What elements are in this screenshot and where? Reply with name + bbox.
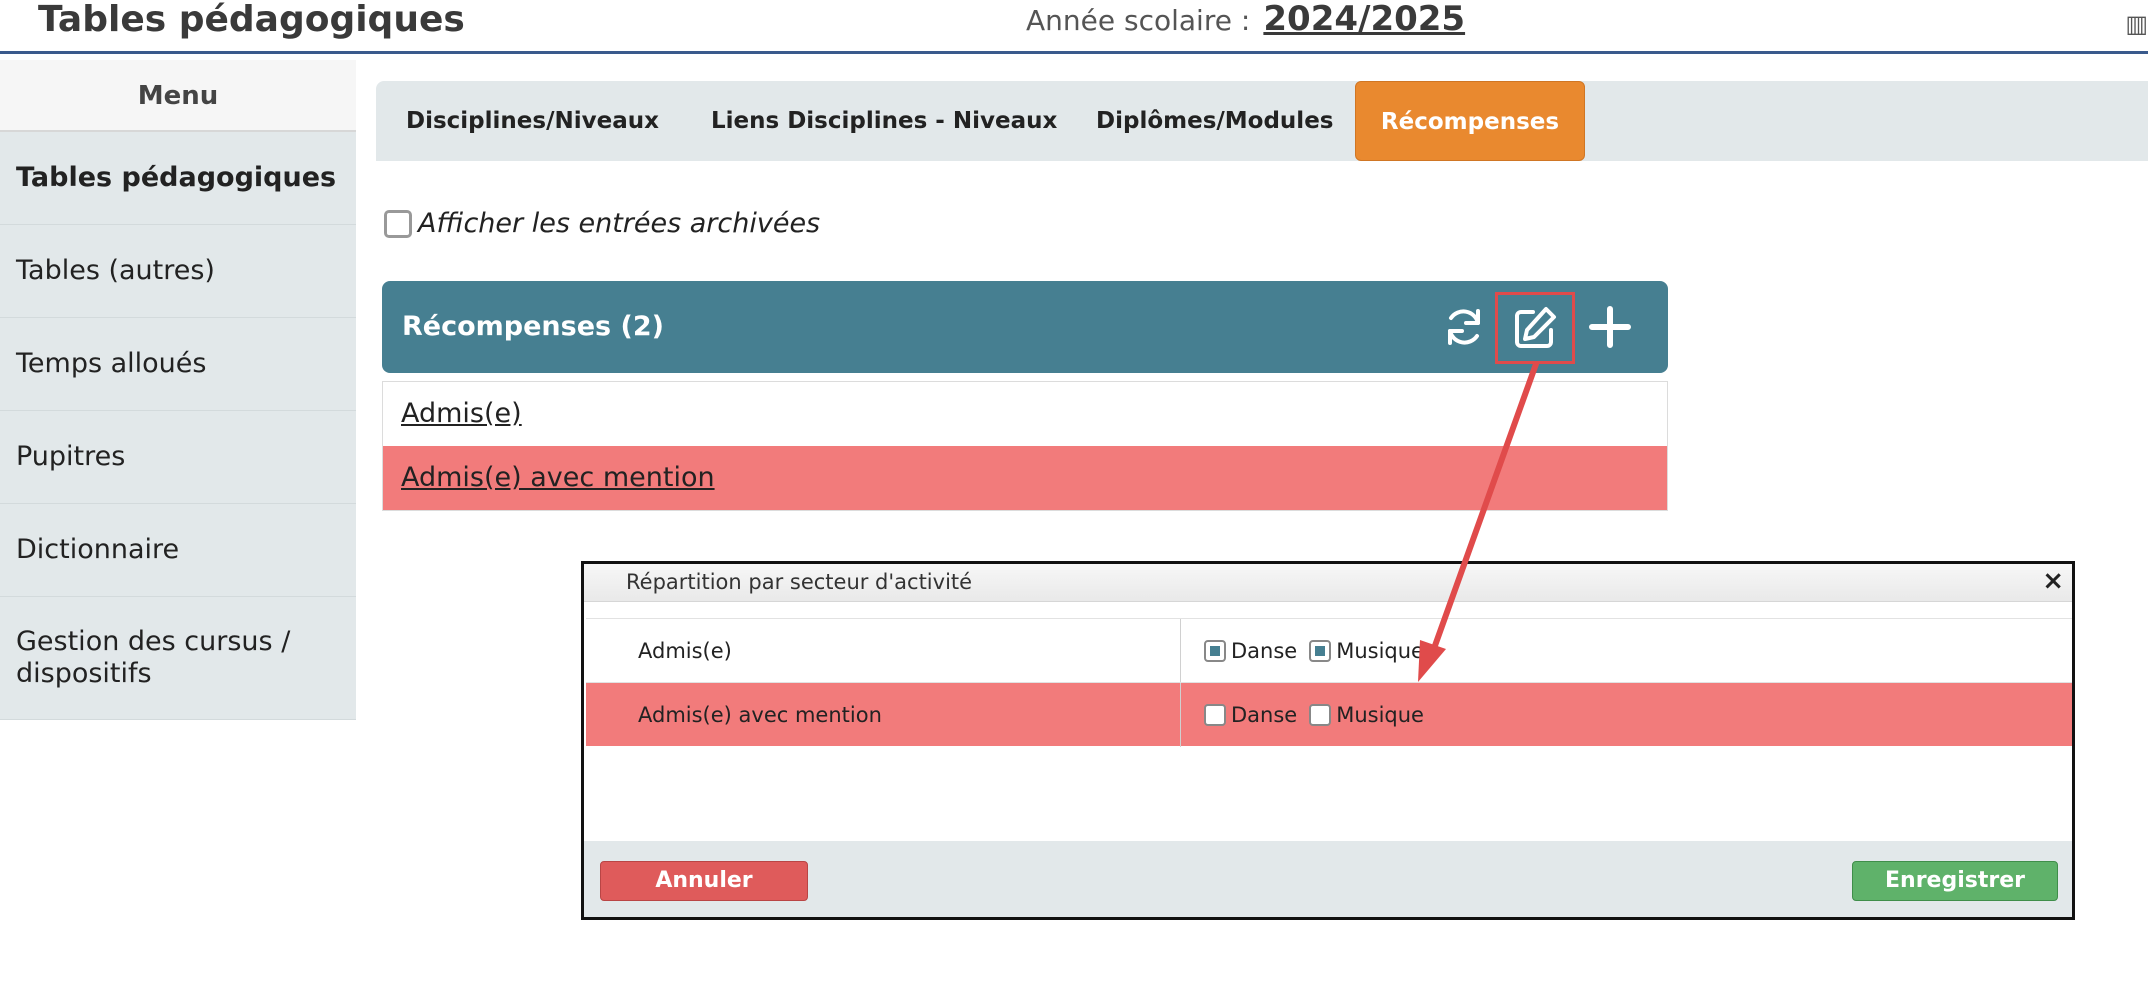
dialog-footer: Annuler Enregistrer	[584, 841, 2072, 917]
row-checks: Danse Musique	[1204, 683, 1436, 747]
top-header: Tables pédagogiques Année scolaire : 202…	[0, 0, 2148, 54]
school-year-value[interactable]: 2024/2025	[1263, 0, 1465, 39]
library-icon[interactable]: ▥	[2125, 10, 2148, 38]
musique-label: Musique	[1336, 639, 1424, 663]
dialog-titlebar: Répartition par secteur d'activité ×	[584, 564, 2072, 602]
danse-label: Danse	[1231, 639, 1298, 663]
archived-label: Afficher les entrées archivées	[418, 208, 821, 239]
musique-checkbox[interactable]	[1309, 640, 1332, 662]
cancel-button[interactable]: Annuler	[600, 861, 808, 901]
musique-label: Musique	[1336, 703, 1424, 727]
sidebar-item-pupitres[interactable]: Pupitres	[0, 411, 356, 504]
tab-bar: Disciplines/Niveaux Liens Disciplines - …	[376, 81, 2148, 161]
refresh-icon[interactable]	[1432, 295, 1496, 359]
repartition-dialog: Répartition par secteur d'activité × Adm…	[581, 561, 2075, 920]
plus-icon-svg	[1589, 306, 1631, 348]
tab-recompenses[interactable]: Récompenses	[1355, 81, 1585, 161]
school-year-label: Année scolaire :	[1026, 4, 1251, 37]
tab-disciplines-niveaux[interactable]: Disciplines/Niveaux	[406, 81, 659, 161]
dialog-title: Répartition par secteur d'activité	[626, 570, 973, 594]
tab-liens-disciplines-niveaux[interactable]: Liens Disciplines - Niveaux	[711, 81, 1057, 161]
menu-header: Menu	[0, 60, 356, 132]
panel-title: Récompenses (2)	[402, 311, 664, 342]
danse-label: Danse	[1231, 703, 1298, 727]
musique-checkbox[interactable]	[1309, 704, 1332, 726]
danse-checkbox[interactable]	[1204, 640, 1226, 662]
archived-checkbox[interactable]	[384, 209, 412, 238]
sidebar-item-dictionnaire[interactable]: Dictionnaire	[0, 504, 356, 597]
recompenses-panel-header: Récompenses (2)	[382, 281, 1668, 373]
plus-icon[interactable]	[1578, 295, 1642, 359]
save-button[interactable]: Enregistrer	[1852, 861, 2058, 901]
school-year: Année scolaire : 2024/2025	[1026, 0, 1465, 44]
sidebar: Menu Tables pédagogiques Tables (autres)…	[0, 60, 356, 720]
sidebar-item-tables-pedagogiques[interactable]: Tables pédagogiques	[0, 132, 356, 225]
row-label: Admis(e)	[638, 639, 732, 663]
archived-toggle[interactable]: Afficher les entrées archivées	[384, 208, 820, 239]
close-icon[interactable]: ×	[2042, 566, 2064, 596]
table-row: Admis(e) avec mention Danse Musique	[586, 682, 2072, 747]
refresh-icon-svg	[1448, 309, 1480, 345]
sidebar-item-tables-autres[interactable]: Tables (autres)	[0, 225, 356, 318]
row-label: Admis(e) avec mention	[638, 703, 882, 727]
column-divider	[1180, 619, 1181, 683]
column-divider	[1180, 683, 1181, 747]
list-item[interactable]: Admis(e) avec mention	[383, 446, 1667, 510]
sidebar-item-gestion-cursus[interactable]: Gestion des cursus / dispositifs	[0, 597, 356, 720]
sidebar-item-temps-alloues[interactable]: Temps alloués	[0, 318, 356, 411]
list-item[interactable]: Admis(e)	[383, 382, 1667, 446]
edit-icon-svg	[1515, 307, 1556, 348]
row-checks: Danse Musique	[1204, 619, 1436, 683]
table-row: Admis(e) Danse Musique	[586, 618, 2072, 683]
danse-checkbox[interactable]	[1204, 704, 1226, 726]
page-title: Tables pédagogiques	[38, 0, 465, 40]
tab-diplomes-modules[interactable]: Diplômes/Modules	[1096, 81, 1333, 161]
edit-icon[interactable]	[1495, 292, 1575, 364]
recompenses-list: Admis(e) Admis(e) avec mention	[382, 381, 1668, 511]
dialog-table: Admis(e) Danse Musique Admis(e) avec men…	[586, 618, 2072, 747]
